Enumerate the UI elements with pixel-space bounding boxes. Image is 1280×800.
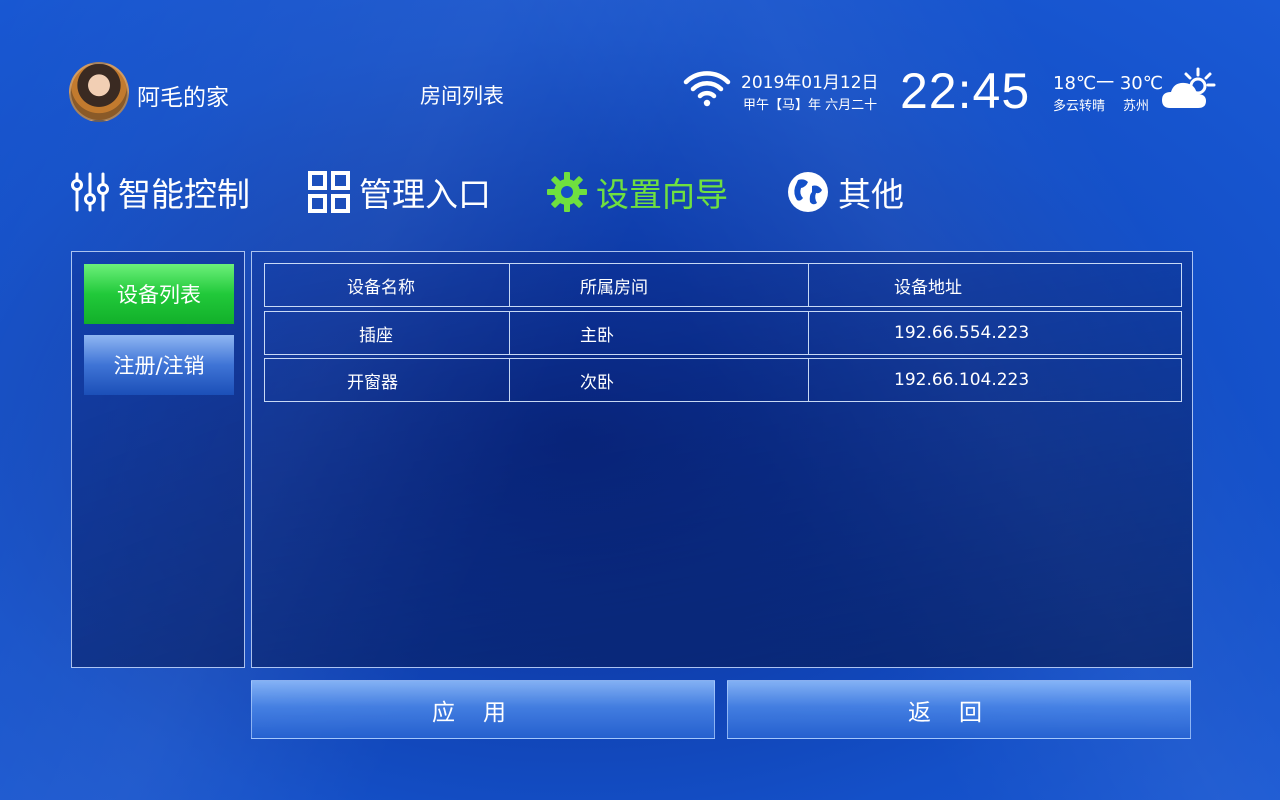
header-room: 所属房间: [510, 264, 809, 306]
home-name: 阿毛的家: [137, 85, 229, 111]
device-table-panel: 设备名称 所属房间 设备地址 插座 主卧 192.66.554.223 开窗器 …: [251, 251, 1193, 668]
sliders-icon: [71, 172, 109, 212]
city-name: 苏州: [1123, 99, 1150, 114]
table-row[interactable]: 开窗器 次卧 192.66.104.223: [264, 358, 1182, 402]
sidebar-item-register-unregister[interactable]: 注册/注销: [84, 335, 234, 395]
grid-icon: [308, 171, 350, 213]
table-header-row: 设备名称 所属房间 设备地址: [264, 263, 1182, 307]
cell-device-address: 192.66.104.223: [894, 370, 1030, 390]
header-device-name: 设备名称: [265, 264, 510, 306]
header-device-address: 设备地址: [894, 277, 962, 298]
nav-label: 智能控制: [118, 175, 250, 214]
cell-device-name: 插座: [265, 312, 510, 354]
sidebar-panel: 设备列表 注册/注销: [71, 251, 245, 668]
temperature-range: 18℃一 30℃: [1053, 73, 1163, 94]
gear-icon: [547, 172, 587, 212]
wifi-icon: [683, 71, 731, 107]
date-text: 2019年01月12日: [741, 73, 879, 93]
cell-room: 主卧: [510, 312, 809, 354]
nav-label: 设置向导: [596, 175, 728, 214]
weather-condition: 多云转晴: [1053, 99, 1106, 114]
lunar-date-text: 甲午【马】年 六月二十: [743, 98, 878, 113]
partly-cloudy-icon: [1162, 67, 1216, 108]
nav-label: 管理入口: [359, 175, 491, 214]
nav-smart-control[interactable]: 智能控制: [70, 168, 250, 216]
nav-management-entry[interactable]: 管理入口: [307, 168, 491, 216]
clock-time: 22:45: [900, 63, 1031, 119]
cell-room: 次卧: [510, 359, 809, 401]
page-title: 房间列表: [420, 84, 504, 108]
apply-button[interactable]: 应用: [251, 680, 715, 739]
back-button[interactable]: 返回: [727, 680, 1191, 739]
nav-setup-wizard[interactable]: 设置向导: [546, 168, 728, 216]
nav-other[interactable]: 其他: [786, 168, 904, 216]
cell-device-address: 192.66.554.223: [894, 323, 1030, 343]
sidebar-item-device-list[interactable]: 设备列表: [84, 264, 234, 324]
cell-device-name: 开窗器: [265, 359, 510, 401]
table-row[interactable]: 插座 主卧 192.66.554.223: [264, 311, 1182, 355]
nav-label: 其他: [838, 175, 904, 214]
globe-icon: [788, 172, 828, 212]
avatar[interactable]: [69, 62, 129, 122]
